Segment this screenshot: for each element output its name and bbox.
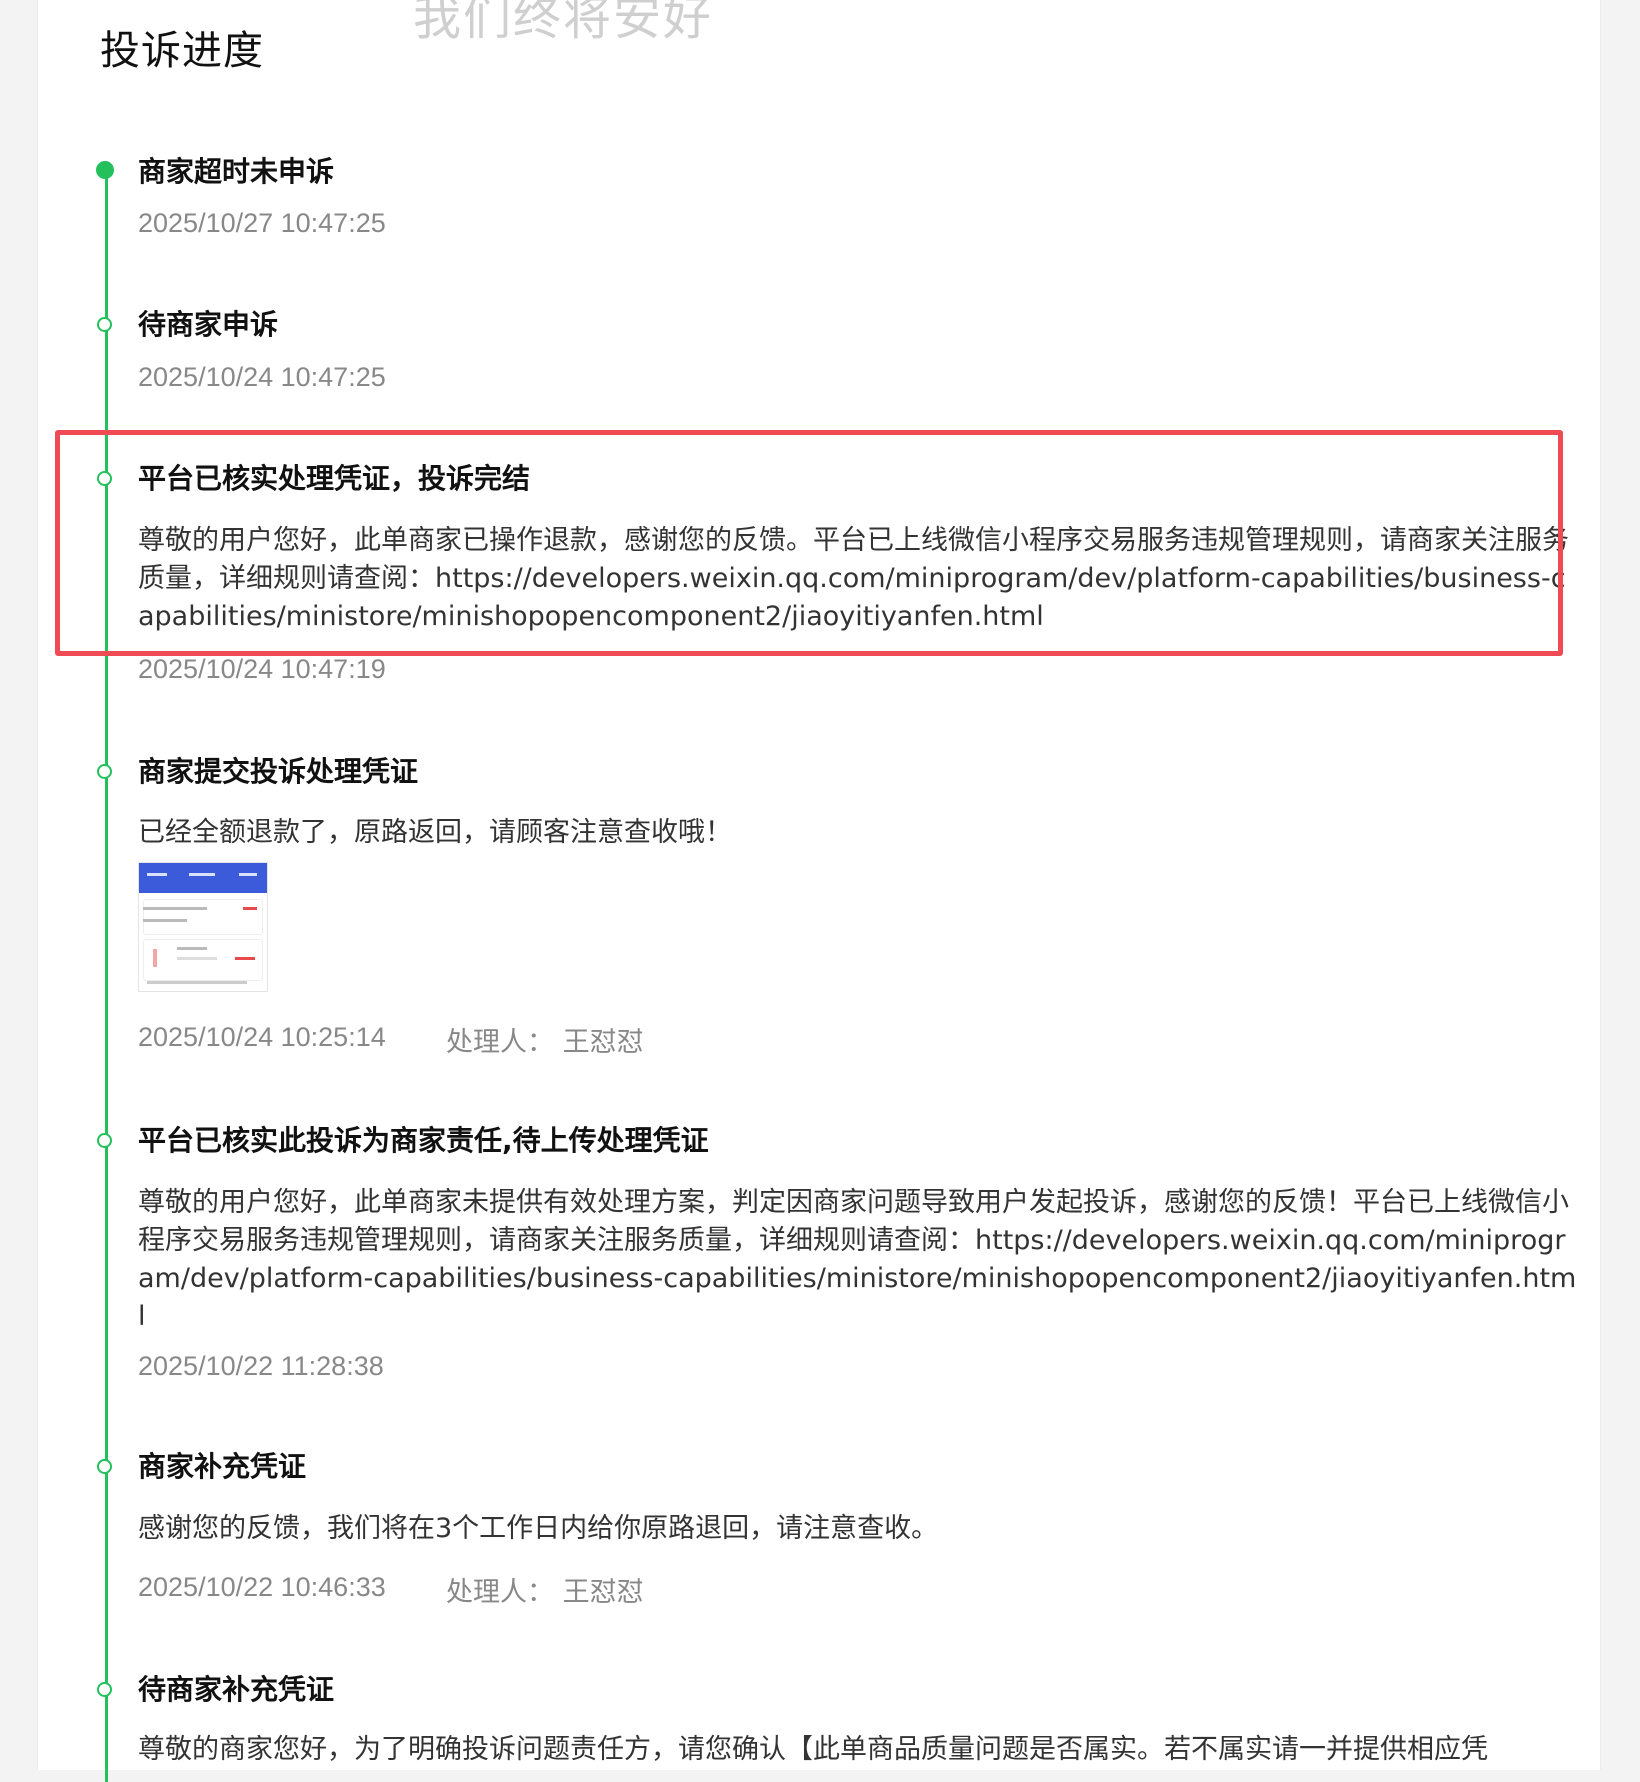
timeline-item-title: 平台已核实此投诉为商家责任,待上传处理凭证 [138, 1124, 709, 1157]
timeline-dot-icon [97, 317, 112, 332]
timeline-item-time: 2025/10/27 10:47:25 [138, 208, 386, 238]
timeline-item-handler: 处理人： 王怼怼 [446, 1027, 644, 1058]
timeline-item-title: 商家提交投诉处理凭证 [138, 755, 419, 788]
timeline-item-desc: 尊敬的用户您好，此单商家未提供有效处理方案，判定因商家问题导致用户发起投诉，感谢… [138, 1187, 1577, 1332]
timeline-item-desc: 已经全额退款了，原路返回，请顾客注意查收哦！ [138, 817, 732, 848]
highlight-annotation-box [55, 430, 1563, 656]
timeline-item-time: 2025/10/22 11:28:38 [138, 1351, 384, 1381]
timeline-dot-icon [97, 1459, 112, 1474]
page-title: 投诉进度 [100, 28, 264, 74]
timeline-line [105, 172, 108, 1782]
thumbnail-card [143, 899, 263, 935]
thumbnail-header [139, 863, 267, 893]
timeline-item-time: 2025/10/24 10:25:14 [138, 1022, 386, 1052]
timeline-dot-active-icon [96, 161, 114, 179]
complaint-progress-page: 我们终将安好 投诉进度 商家超时未申诉 2025/10/27 10:47:25 … [37, 0, 1601, 1782]
timeline-dot-icon [97, 1133, 112, 1148]
timeline-item-title: 商家补充凭证 [138, 1450, 307, 1483]
timeline-dot-icon [97, 764, 112, 779]
thumbnail-card [143, 939, 263, 981]
timeline-item-title: 待商家补充凭证 [138, 1673, 335, 1706]
evidence-image-thumbnail[interactable] [138, 862, 268, 992]
timeline-item-time: 2025/10/24 10:47:25 [138, 362, 386, 392]
timeline-item-title: 待商家申诉 [138, 308, 279, 341]
timeline-item-desc: 尊敬的商家您好，为了明确投诉问题责任方，请您确认【此单商品质量问题是否属实。若不… [138, 1734, 1488, 1765]
timeline-item-desc: 感谢您的反馈，我们将在3个工作日内给你原路退回，请注意查收。 [138, 1513, 939, 1544]
timeline-item-handler: 处理人： 王怼怼 [446, 1577, 644, 1608]
watermark-text: 我们终将安好 [413, 0, 714, 46]
timeline-item-title: 商家超时未申诉 [138, 155, 335, 188]
timeline-item-time: 2025/10/22 10:46:33 [138, 1572, 386, 1602]
timeline-item-time: 2025/10/24 10:47:19 [138, 654, 386, 684]
timeline-dot-icon [97, 1682, 112, 1697]
